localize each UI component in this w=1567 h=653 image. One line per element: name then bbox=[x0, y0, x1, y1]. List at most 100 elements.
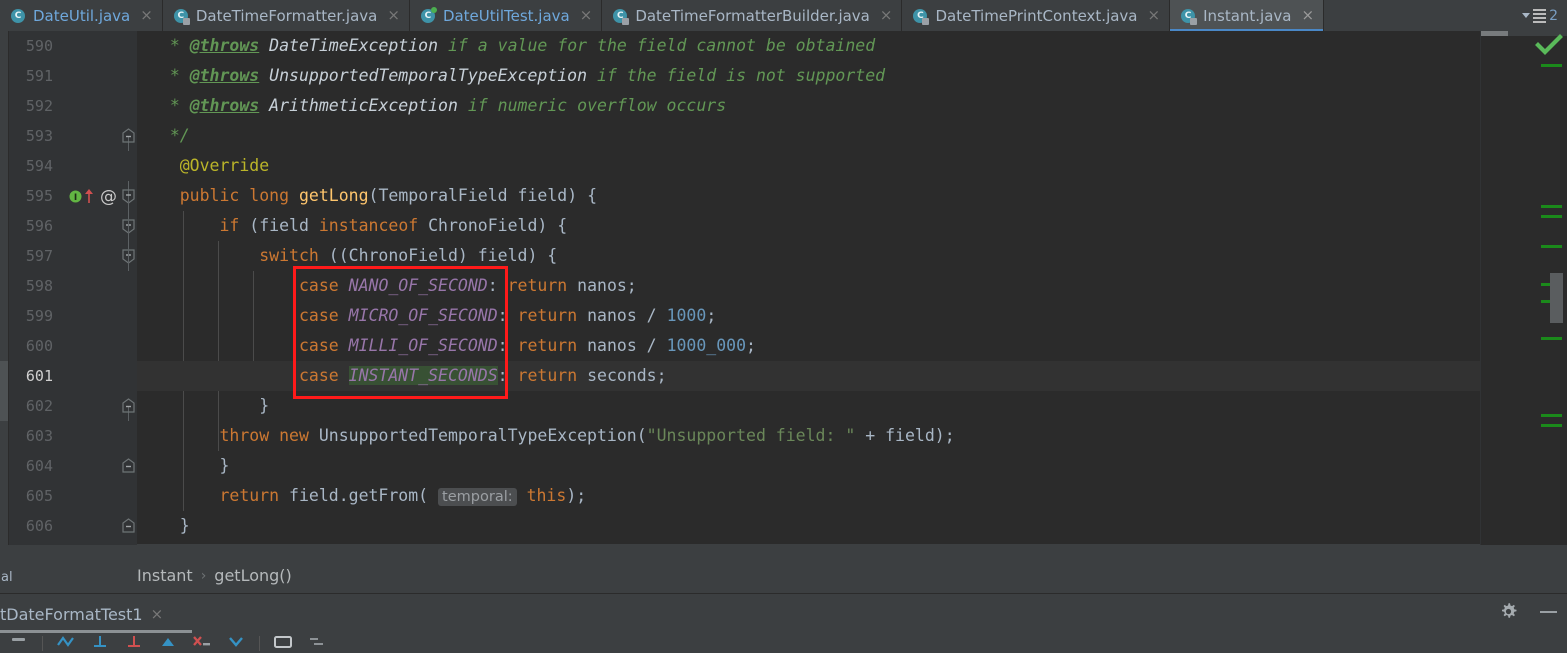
breadcrumb-method[interactable]: getLong() bbox=[214, 566, 291, 585]
stripe-marker[interactable] bbox=[1541, 337, 1562, 340]
line-number: 594 bbox=[25, 157, 53, 175]
fold-marker-end[interactable] bbox=[121, 391, 136, 421]
stripe-marker[interactable] bbox=[1541, 215, 1562, 218]
toolbar-separator bbox=[259, 636, 260, 651]
editor-tab-datetimeprintcontext[interactable]: C DateTimePrintContext.java × bbox=[902, 0, 1171, 31]
enum-constant: MILLI_OF_SECOND bbox=[348, 336, 498, 355]
fold-marker-end[interactable] bbox=[121, 451, 136, 481]
keyword-return: return bbox=[507, 276, 568, 295]
horizontal-scrollbar[interactable] bbox=[137, 543, 1480, 545]
console-icon[interactable] bbox=[266, 636, 300, 653]
fold-marker-end[interactable] bbox=[121, 121, 136, 151]
lock-badge-icon bbox=[622, 17, 630, 25]
expand-all-icon[interactable] bbox=[83, 636, 117, 653]
next-failed-icon[interactable] bbox=[185, 636, 219, 653]
close-icon[interactable]: × bbox=[1145, 8, 1161, 23]
tab-overflow-button[interactable]: 2 bbox=[1510, 0, 1567, 31]
code-editor[interactable]: 590 591 592 593 594 595 596 597 598 599 … bbox=[0, 31, 1567, 545]
editor-tab-dateutiltest[interactable]: C DateUtilTest.java × bbox=[409, 0, 603, 31]
line-number: 606 bbox=[25, 517, 53, 535]
line-number: 605 bbox=[25, 487, 53, 505]
fold-marker-end[interactable] bbox=[121, 511, 136, 541]
stripe-marker[interactable] bbox=[1541, 245, 1562, 248]
parameter-hint[interactable]: temporal: bbox=[438, 488, 517, 506]
return-expression: nanos / bbox=[587, 336, 667, 355]
semicolon: ; bbox=[746, 336, 756, 355]
stripe-marker[interactable] bbox=[1541, 205, 1562, 208]
javadoc-ref: ArithmeticException bbox=[269, 96, 458, 115]
overriding-method-arrow-icon bbox=[85, 189, 93, 203]
javadoc-star: * bbox=[169, 66, 180, 85]
next-occurrence-icon[interactable] bbox=[219, 636, 253, 653]
lock-badge-icon bbox=[922, 17, 930, 25]
close-icon[interactable]: × bbox=[577, 8, 593, 23]
stripe-marker[interactable] bbox=[1541, 424, 1562, 427]
stripe-marker[interactable] bbox=[1541, 64, 1562, 67]
editor-tab-datetimeformatter[interactable]: C DateTimeFormatter.java × bbox=[162, 0, 410, 31]
line-number: 597 bbox=[25, 247, 53, 265]
keyword-new: new bbox=[279, 426, 309, 445]
close-icon[interactable]: × bbox=[877, 8, 893, 23]
javadoc-star: * bbox=[169, 36, 180, 55]
override-annotation: @Override bbox=[179, 156, 270, 175]
breadcrumb-class[interactable]: Instant bbox=[137, 566, 193, 585]
close-icon[interactable]: × bbox=[1298, 8, 1314, 23]
error-stripe-marker-panel[interactable] bbox=[1480, 31, 1567, 545]
run-tab-label: tDateFormatTest1 bbox=[0, 604, 143, 624]
keyword-public: public bbox=[179, 186, 240, 205]
breadcrumb-edge-text: al bbox=[1, 570, 12, 585]
line-number: 600 bbox=[25, 337, 53, 355]
java-class-icon: C bbox=[10, 8, 26, 24]
gutter-marker-group[interactable]: I @ bbox=[69, 181, 117, 211]
code-line: * @throws UnsupportedTemporalTypeExcepti… bbox=[137, 61, 1567, 91]
java-class-icon: C bbox=[173, 8, 190, 25]
editor-tab-bar: C DateUtil.java × C DateTimeFormatter.ja… bbox=[0, 0, 1567, 31]
hidden-tab-count: 2 bbox=[1549, 7, 1558, 24]
javadoc-tag: @throws bbox=[189, 36, 260, 55]
keyword-if: if bbox=[219, 216, 240, 235]
settings-small-icon[interactable] bbox=[300, 636, 334, 653]
java-class-icon: C bbox=[612, 8, 630, 25]
line-number: 591 bbox=[25, 67, 53, 85]
exception-type: UnsupportedTemporalTypeException( bbox=[318, 426, 647, 445]
line-number: 596 bbox=[25, 217, 53, 235]
close-icon[interactable]: × bbox=[137, 8, 153, 23]
breadcrumb[interactable]: al Instant › getLong() bbox=[0, 558, 1567, 594]
run-configuration-tab[interactable]: tDateFormatTest1 × bbox=[0, 594, 192, 634]
lock-badge-icon bbox=[1190, 17, 1198, 25]
chevron-down-icon bbox=[1522, 13, 1531, 18]
green-check-icon[interactable] bbox=[1535, 34, 1563, 56]
editor-gutter[interactable]: 590 591 592 593 594 595 596 597 598 599 … bbox=[9, 31, 137, 545]
editor-tab-datetimeformatterbuilder[interactable]: C DateTimeFormatterBuilder.java × bbox=[602, 0, 903, 31]
prev-failed-icon[interactable] bbox=[151, 636, 185, 653]
stripe-marker[interactable] bbox=[1541, 414, 1562, 417]
method-params: (TemporalField field) { bbox=[368, 186, 598, 205]
close-icon[interactable]: × bbox=[151, 605, 164, 623]
stripe-scroll-thumb[interactable] bbox=[1550, 273, 1563, 323]
code-line-current: case INSTANT_SECONDS: return seconds; bbox=[137, 361, 1567, 391]
code-line: throw new UnsupportedTemporalTypeExcepti… bbox=[137, 421, 1567, 451]
editor-tab-instant[interactable]: C Instant.java × bbox=[1170, 0, 1325, 31]
code-line: * @throws ArithmeticException if numeric… bbox=[137, 91, 1567, 121]
minimize-icon[interactable] bbox=[1540, 610, 1557, 613]
run-badge-icon bbox=[430, 6, 437, 13]
collapse-all-icon[interactable] bbox=[117, 636, 151, 653]
keyword-this: this bbox=[526, 486, 567, 505]
line-number: 592 bbox=[25, 97, 53, 115]
breadcrumb-separator-icon: › bbox=[200, 567, 207, 584]
keyword-throw: throw bbox=[219, 426, 270, 445]
close-icon[interactable]: × bbox=[384, 8, 400, 23]
tab-label: DateUtil.java bbox=[33, 6, 131, 25]
javadoc-tag: @throws bbox=[189, 96, 260, 115]
line-number: 595 bbox=[25, 187, 53, 205]
tab-label: DateUtilTest.java bbox=[442, 6, 570, 25]
rerun-icon[interactable] bbox=[2, 636, 36, 653]
code-text-area[interactable]: * @throws DateTimeException if a value f… bbox=[137, 31, 1567, 545]
show-passed-icon[interactable] bbox=[49, 636, 83, 653]
editor-tab-dateutil[interactable]: C DateUtil.java × bbox=[0, 0, 163, 31]
code-line: return field.getFrom( temporal: this); bbox=[137, 481, 1567, 511]
gear-icon[interactable] bbox=[1499, 602, 1518, 621]
keyword-case: case bbox=[298, 276, 339, 295]
line-number: 603 bbox=[25, 427, 53, 445]
java-class-icon: C bbox=[1180, 8, 1198, 25]
